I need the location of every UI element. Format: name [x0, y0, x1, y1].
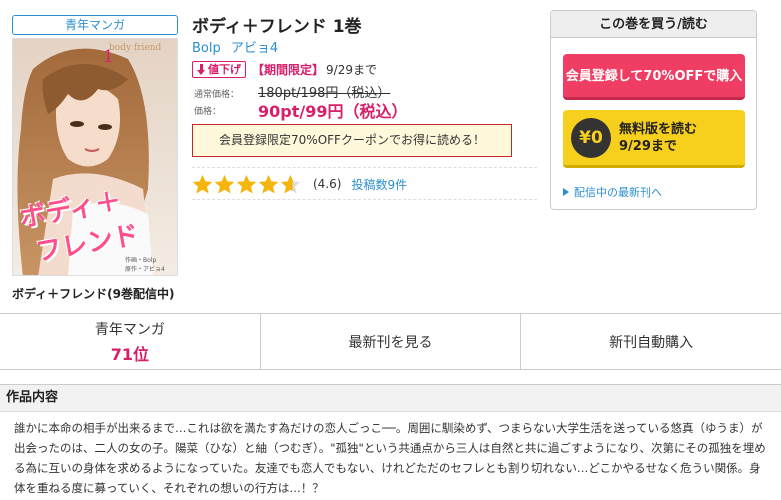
- description-heading: 作品内容: [0, 384, 781, 412]
- cover-caption: ボディ＋フレンド(9巻配信中): [12, 287, 175, 301]
- auto-purchase-button[interactable]: 新刊自動購入: [521, 314, 781, 369]
- author-link[interactable]: Bolp: [192, 41, 221, 56]
- author-link[interactable]: アビョ4: [231, 41, 278, 56]
- genre-ranking-value: 71位: [110, 344, 149, 364]
- cover-volume-number: 1: [103, 47, 114, 67]
- cover-credit-1: 作画・Bolp: [125, 257, 157, 264]
- author-list: Bolp アビョ4: [192, 37, 284, 56]
- sale-row: 値下げ 【期間限定】 9/29まで: [192, 60, 377, 78]
- star-icon: [192, 174, 213, 195]
- action-bar: 青年マンガ 71位 最新刊を見る 新刊自動購入: [0, 313, 781, 370]
- genre-ranking-cell[interactable]: 青年マンガ 71位: [0, 314, 261, 369]
- genre-ranking-label: 青年マンガ: [94, 321, 165, 338]
- read-free-button[interactable]: ¥0 無料版を読む 9/29まで: [563, 110, 745, 168]
- star-rating: [192, 174, 301, 195]
- price-down-badge: 値下げ: [192, 60, 246, 78]
- divider: [192, 199, 537, 200]
- down-arrow-icon: [197, 63, 206, 75]
- latest-volume-link[interactable]: 配信中の最新刊へ: [563, 184, 662, 200]
- buy-box: この巻を買う/読む 会員登録して70%OFFで購入 ¥0 無料版を読む 9/29…: [550, 10, 757, 210]
- member-purchase-button[interactable]: 会員登録して70%OFFで購入: [563, 54, 745, 100]
- limited-label: 【期間限定】: [252, 62, 325, 77]
- latest-volume-label: 配信中の最新刊へ: [574, 186, 662, 199]
- rating-row: (4.6) 投稿数9件: [192, 173, 407, 195]
- buy-box-header: この巻を買う/読む: [551, 11, 756, 38]
- current-price: 90pt/99円（税込）: [258, 102, 408, 121]
- cover-logo: body friend: [109, 43, 162, 53]
- star-icon: [258, 174, 279, 195]
- genre-tag[interactable]: 青年マンガ: [12, 15, 178, 35]
- divider: [192, 167, 537, 168]
- read-free-label: 無料版を読む: [619, 121, 698, 137]
- auto-purchase-label: 新刊自動購入: [609, 334, 694, 351]
- description-text: 誰かに本命の相手が出来るまで…これは欲を満たす為だけの恋人ごっこ──。周囲に馴染…: [14, 421, 766, 495]
- price-down-label: 値下げ: [208, 62, 241, 76]
- book-title: ボディ＋フレンド 1巻: [192, 17, 362, 37]
- cover-credit-2: 原作・アビョ4: [125, 266, 165, 273]
- read-free-text: 無料版を読む 9/29まで: [619, 121, 697, 155]
- review-count-link[interactable]: 投稿数9件: [351, 176, 407, 193]
- sale-until: 9/29まで: [326, 62, 377, 77]
- read-free-until: 9/29まで: [619, 138, 677, 154]
- star-icon: [236, 174, 257, 195]
- coupon-banner[interactable]: 会員登録限定70%OFFクーポンでお得に読める！: [192, 124, 512, 157]
- regular-price-label: 通常価格：: [194, 90, 240, 100]
- star-icon: [280, 174, 301, 195]
- view-latest-button[interactable]: 最新刊を見る: [261, 314, 522, 369]
- rating-value: (4.6): [313, 177, 342, 191]
- yen-zero-icon: ¥0: [571, 117, 611, 158]
- triangle-right-icon: [563, 188, 569, 196]
- cover-image[interactable]: body friend 1 ボディ＋ フレンド 作画・Bolp 原作・アビョ4: [12, 38, 178, 276]
- current-price-label: 価格：: [194, 107, 222, 117]
- view-latest-label: 最新刊を見る: [348, 334, 433, 351]
- star-icon: [214, 174, 235, 195]
